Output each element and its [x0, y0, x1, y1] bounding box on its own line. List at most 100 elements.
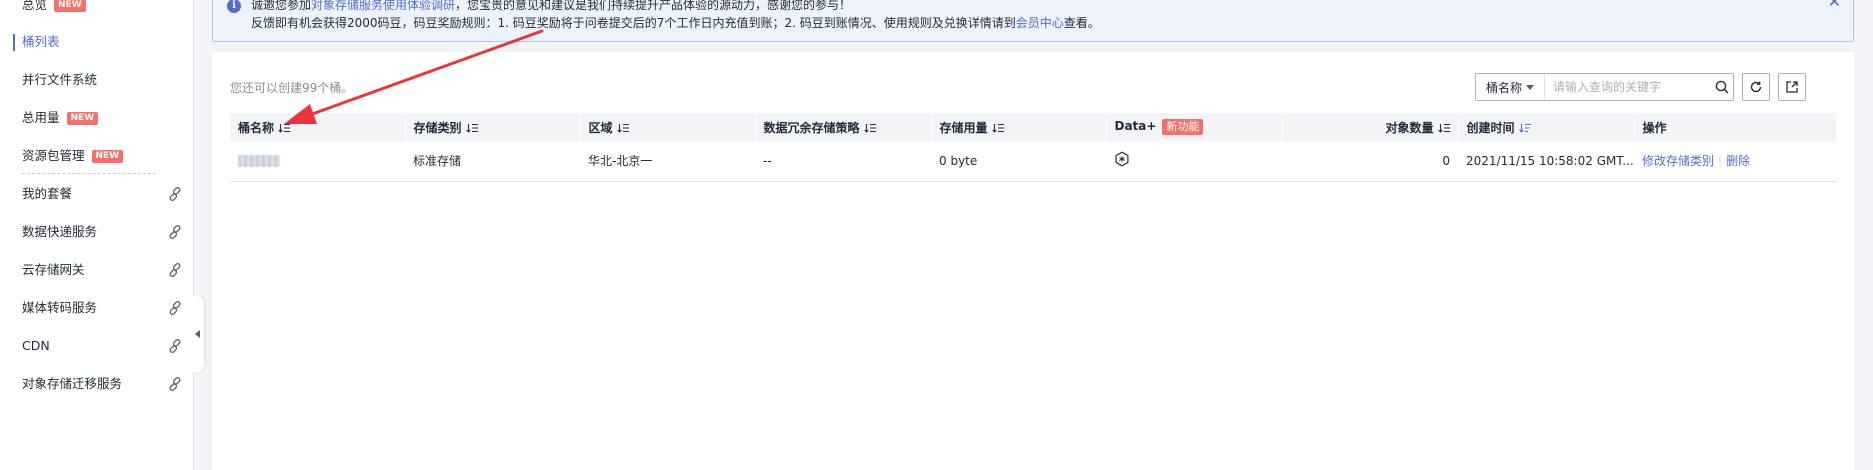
search-icon[interactable]: [1711, 74, 1733, 100]
new-badge: NEW: [66, 111, 99, 125]
sidebar-item-my-packages[interactable]: 我的套餐: [22, 183, 184, 205]
search-input[interactable]: [1544, 80, 1711, 94]
sidebar-item-total-usage[interactable]: 总用量 NEW: [22, 107, 184, 129]
sidebar-item-label: 我的套餐: [22, 186, 73, 201]
survey-link[interactable]: 对象存储服务使用体验调研: [311, 0, 455, 12]
sort-icon[interactable]: [991, 123, 1004, 133]
notice-text: 查看。: [1063, 16, 1100, 30]
chevron-down-icon: [1525, 84, 1534, 90]
sidebar-item-storage-gateway[interactable]: 云存储网关: [22, 259, 184, 281]
header-label: Data+: [1114, 119, 1157, 133]
bucket-list-panel: 您还可以创建99个桶。 桶名称 桶名称 存储类别 区域 数据冗余存储策略 存储用…: [212, 52, 1854, 470]
info-icon: i: [227, 0, 241, 13]
table-header-row: 桶名称 存储类别 区域 数据冗余存储策略 存储用量 Data+ 新功能 对象数量 …: [230, 113, 1837, 141]
ops-cell: 修改存储类别 | 删除: [1634, 141, 1836, 182]
bucket-quota-text: 您还可以创建99个桶。: [230, 81, 354, 95]
bucket-name-cell[interactable]: [230, 141, 405, 182]
new-feature-badge: 新功能: [1162, 119, 1204, 135]
notice-text: ，您宝贵的意见和建议是我们持续提升产品体验的源动力，感谢您的参与！: [455, 0, 852, 12]
sidebar-collapse-button[interactable]: [190, 296, 204, 372]
column-header-region[interactable]: 区域: [580, 113, 756, 141]
active-indicator: [13, 34, 15, 51]
created-time-cell: 2021/11/15 10:58:02 GMT...: [1458, 141, 1634, 182]
external-link-icon: [169, 263, 181, 277]
sidebar-item-cdn[interactable]: CDN: [22, 335, 184, 357]
notice-line-2: 反馈即有机会获得2000码豆，码豆奖励规则：1. 码豆奖励将于问卷提交后的7个工…: [251, 14, 1100, 31]
sort-icon[interactable]: [465, 123, 478, 133]
sidebar-item-label: 对象存储迁移服务: [22, 376, 123, 391]
external-link-icon: [169, 339, 181, 353]
header-label: 创建时间: [1466, 120, 1515, 135]
column-header-storage-class[interactable]: 存储类别: [405, 113, 581, 141]
refresh-button[interactable]: [1742, 73, 1770, 101]
column-header-ops: 操作: [1634, 113, 1837, 141]
header-label: 存储用量: [939, 120, 988, 135]
export-button[interactable]: [1778, 73, 1806, 101]
data-plus-cell: [1106, 141, 1282, 182]
modify-storage-class-link[interactable]: 修改存储类别: [1642, 154, 1714, 168]
table-row: 标准存储 华北-北京一 -- 0 byte 0 2021/11/15 10:58…: [230, 141, 1836, 182]
region-cell: 华北-北京一: [580, 141, 755, 182]
header-label: 数据冗余存储策略: [763, 120, 860, 135]
delete-link[interactable]: 删除: [1726, 154, 1750, 168]
header-label: 操作: [1642, 120, 1667, 135]
column-header-data-plus: Data+ 新功能: [1106, 113, 1283, 141]
object-count-cell: 0: [1282, 141, 1458, 182]
survey-notice: i 诚邀您参加对象存储服务使用体验调研，您宝贵的意见和建议是我们持续提升产品体验…: [212, 0, 1854, 42]
redacted-bucket-name[interactable]: [238, 155, 280, 168]
sort-icon[interactable]: [278, 123, 291, 133]
header-label: 桶名称: [238, 120, 275, 135]
sidebar-item-bucket-list[interactable]: 桶列表: [22, 31, 184, 53]
column-header-object-count[interactable]: 对象数量: [1282, 113, 1459, 141]
usage-cell: 0 byte: [931, 141, 1106, 182]
search-field-label: 桶名称: [1486, 80, 1523, 95]
sidebar-item-parallel-fs[interactable]: 并行文件系统: [22, 69, 184, 91]
header-label: 存储类别: [413, 120, 462, 135]
redundancy-cell: --: [755, 141, 931, 182]
sidebar: 总览 NEW 桶列表 并行文件系统 总用量 NEW 资源包管理 NEW 我的套餐…: [0, 0, 194, 470]
sidebar-item-overview[interactable]: 总览 NEW: [22, 0, 184, 16]
header-label: 区域: [588, 120, 613, 135]
sidebar-item-label: 桶列表: [22, 34, 60, 49]
external-link-icon: [169, 301, 181, 315]
export-icon: [1786, 81, 1798, 93]
data-plus-icon[interactable]: [1114, 151, 1130, 167]
sidebar-item-label: 总览: [22, 0, 48, 12]
sidebar-item-label: 媒体转码服务: [22, 300, 98, 315]
new-badge: NEW: [91, 149, 124, 163]
sidebar-item-resource-packages[interactable]: 资源包管理 NEW: [22, 145, 184, 167]
sidebar-item-label: 资源包管理: [22, 148, 85, 163]
sort-active-icon[interactable]: [1518, 123, 1531, 133]
sidebar-item-label: 总用量: [22, 110, 60, 125]
column-header-usage[interactable]: 存储用量: [931, 113, 1107, 141]
sidebar-item-label: CDN: [22, 338, 50, 353]
notice-text: 反馈即有机会获得2000码豆，码豆奖励规则：1. 码豆奖励将于问卷提交后的7个工…: [251, 16, 1016, 30]
new-badge: NEW: [54, 0, 86, 12]
sort-icon[interactable]: [863, 123, 876, 133]
search-box: 桶名称: [1475, 73, 1734, 101]
external-link-icon: [169, 187, 181, 201]
external-link-icon: [169, 377, 181, 391]
sidebar-item-label: 并行文件系统: [22, 72, 98, 87]
sidebar-divider: [22, 173, 156, 174]
column-header-created[interactable]: 创建时间: [1458, 113, 1635, 141]
column-header-redundancy[interactable]: 数据冗余存储策略: [755, 113, 932, 141]
collapse-arrow-icon: [194, 330, 200, 338]
sidebar-item-media-transcode[interactable]: 媒体转码服务: [22, 297, 184, 319]
sidebar-item-data-express[interactable]: 数据快递服务: [22, 221, 184, 243]
close-icon[interactable]: ✕: [1828, 0, 1841, 10]
search-field-select[interactable]: 桶名称: [1476, 74, 1545, 100]
header-label: 对象数量: [1385, 120, 1434, 135]
member-center-link[interactable]: 会员中心: [1016, 16, 1064, 30]
column-header-name[interactable]: 桶名称: [230, 113, 406, 141]
sort-icon[interactable]: [1437, 123, 1450, 133]
notice-text: 诚邀您参加: [251, 0, 312, 12]
storage-class-cell: 标准存储: [405, 141, 580, 182]
refresh-icon: [1750, 81, 1762, 93]
sidebar-item-migration[interactable]: 对象存储迁移服务: [22, 373, 184, 395]
ops-divider: |: [1718, 154, 1723, 169]
sort-icon[interactable]: [616, 123, 629, 133]
sidebar-item-label: 云存储网关: [22, 262, 85, 277]
sidebar-item-label: 数据快递服务: [22, 224, 98, 239]
external-link-icon: [169, 225, 181, 239]
